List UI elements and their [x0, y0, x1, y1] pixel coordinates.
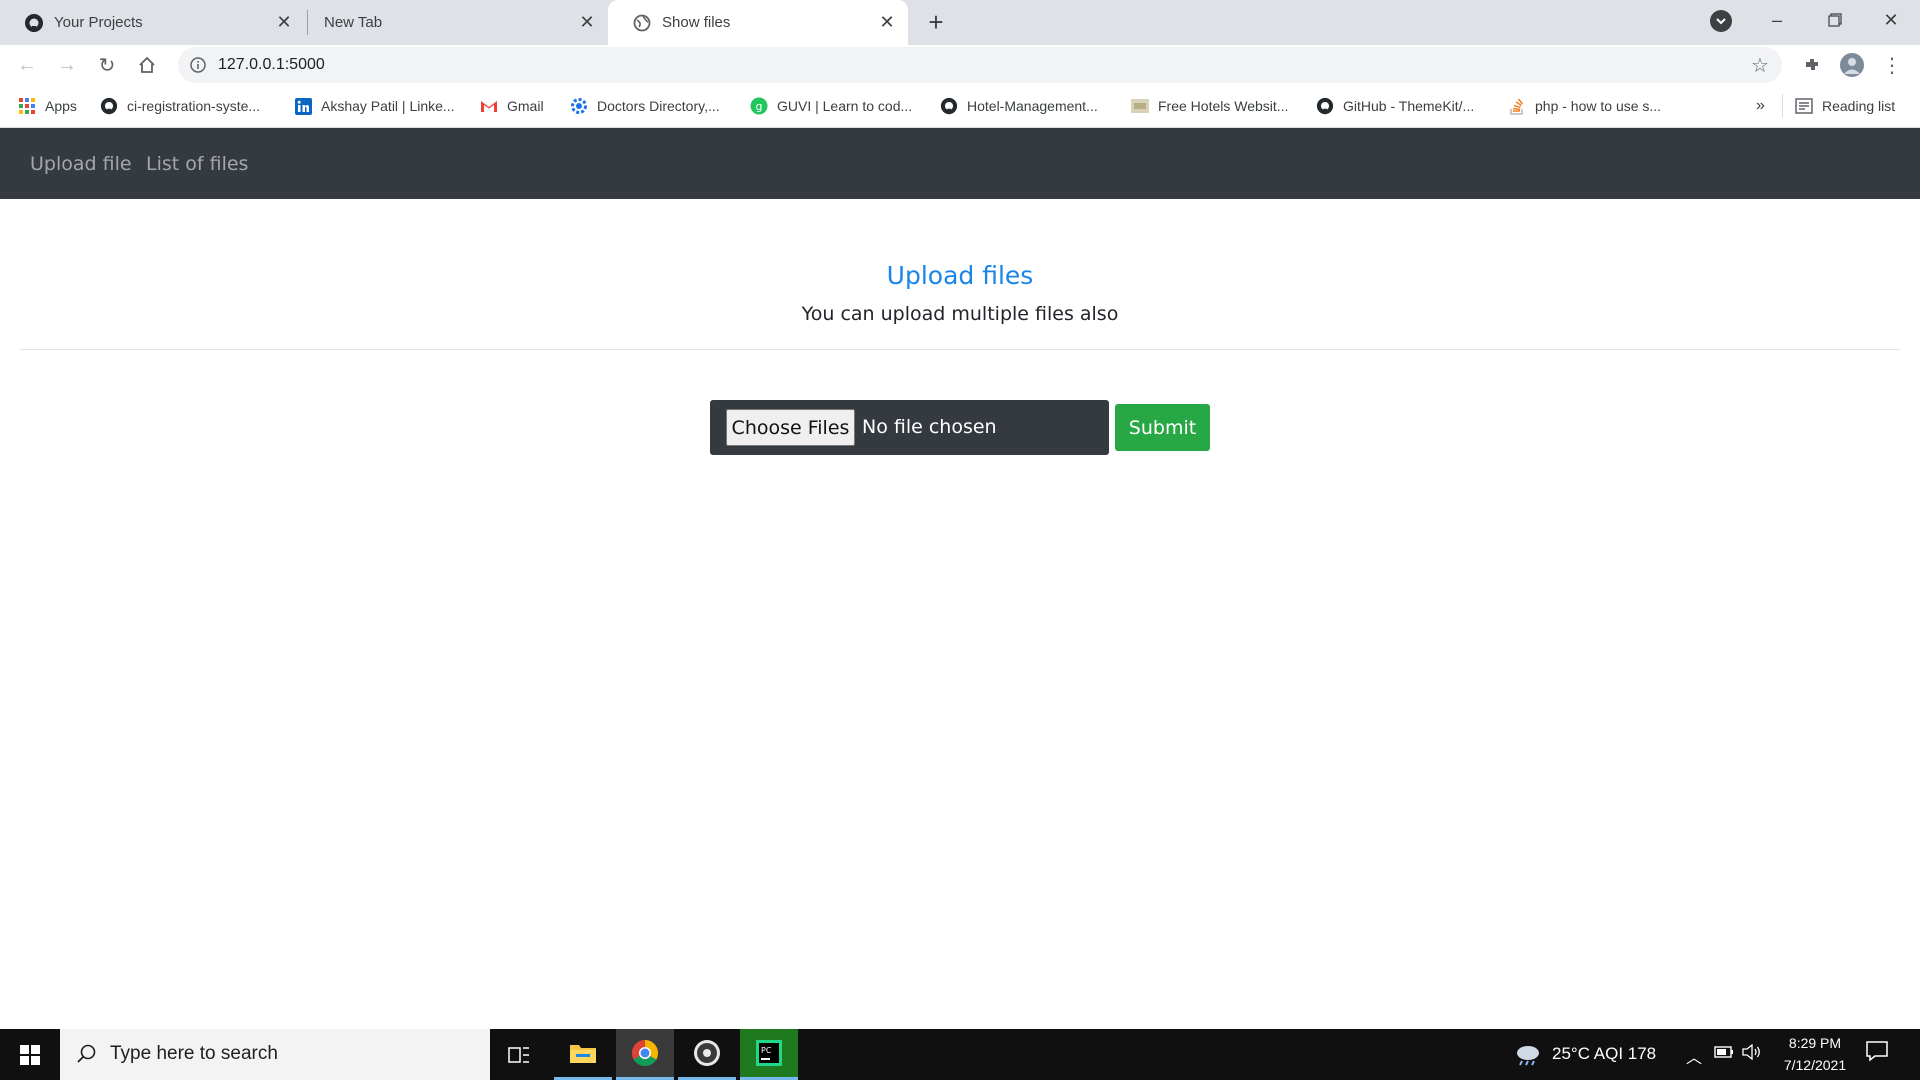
bookmark-label: Akshay Patil | Linke... [321, 98, 455, 114]
tab-search-icon[interactable] [1710, 10, 1732, 32]
info-icon[interactable] [188, 55, 208, 75]
bookmark-doctors-directory[interactable]: Doctors Directory,... [570, 95, 720, 117]
chevron-up-icon[interactable]: ︿ [1686, 1044, 1702, 1068]
browser-toolbar: ← → ↻ 127.0.0.1:5000 ☆ ⋮ [0, 45, 1920, 85]
weather-text[interactable]: 25°C AQI 178 [1552, 1044, 1656, 1064]
close-icon[interactable]: ✕ [876, 12, 898, 34]
back-icon[interactable]: ← [11, 49, 43, 81]
reload-icon[interactable]: ↻ [91, 49, 123, 81]
bookmark-label: php - how to use s... [1535, 98, 1662, 114]
github-icon [100, 97, 118, 115]
gear-icon [570, 97, 588, 115]
github-icon [940, 97, 958, 115]
restore-icon[interactable] [1806, 0, 1864, 40]
page-content: Upload files You can upload multiple fil… [0, 199, 1920, 1029]
taskbar: Type here to search PC 25°C AQI 178 ︿ 8:… [0, 1029, 1920, 1080]
bookmarks-bar: Apps ci-registration-syste... Akshay Pat… [0, 85, 1920, 128]
svg-text:g: g [756, 100, 763, 113]
chrome-icon[interactable] [616, 1029, 674, 1080]
close-icon[interactable]: ✕ [273, 12, 295, 34]
image-icon [1131, 97, 1149, 115]
submit-button[interactable]: Submit [1115, 404, 1210, 451]
choose-files-button[interactable]: Choose Files [726, 409, 855, 446]
tab-new-tab[interactable]: New Tab ✕ [308, 0, 608, 45]
tab-your-projects[interactable]: Your Projects ✕ [0, 0, 305, 45]
menu-kebab-icon[interactable]: ⋮ [1876, 49, 1908, 81]
reading-list-button[interactable]: Reading list [1795, 95, 1895, 117]
tab-strip: Your Projects ✕ New Tab ✕ Show files ✕ +… [0, 0, 1920, 45]
taskbar-search-placeholder: Type here to search [110, 1043, 278, 1064]
close-icon[interactable]: ✕ [576, 12, 598, 34]
divider [20, 349, 1900, 350]
globe-icon [632, 13, 652, 33]
windows-start-icon[interactable] [0, 1029, 60, 1080]
stackoverflow-icon [1508, 97, 1526, 115]
search-icon [76, 1043, 98, 1065]
page-subtitle: You can upload multiple files also [801, 303, 1119, 325]
taskbar-search-box[interactable]: Type here to search [60, 1029, 490, 1080]
profile-avatar[interactable] [1836, 49, 1868, 81]
github-icon [1316, 97, 1334, 115]
bookmark-label: Doctors Directory,... [597, 98, 720, 114]
bookmark-guvi[interactable]: g GUVI | Learn to cod... [750, 95, 912, 117]
guvi-icon: g [750, 97, 768, 115]
task-view-icon[interactable] [490, 1029, 548, 1080]
file-explorer-icon[interactable] [554, 1029, 612, 1080]
tab-title: New Tab [324, 14, 383, 31]
tab-title: Show files [662, 14, 731, 31]
nav-upload-file[interactable]: Upload file [30, 153, 132, 175]
file-status-text: No file chosen [862, 416, 997, 438]
address-bar[interactable]: 127.0.0.1:5000 ☆ [178, 47, 1782, 83]
extensions-icon[interactable] [1796, 49, 1828, 81]
clock-time: 8:29 PM [1788, 1035, 1842, 1051]
bookmark-hotel-management[interactable]: Hotel-Management... [940, 95, 1098, 117]
bookmark-ci-registration[interactable]: ci-registration-syste... [100, 95, 260, 117]
apps-grid-icon [18, 97, 36, 115]
reading-list-icon [1795, 97, 1813, 115]
minimize-icon[interactable]: – [1748, 0, 1806, 40]
bookmark-label: ci-registration-syste... [127, 98, 261, 114]
bookmarks-separator [1782, 94, 1783, 118]
bookmark-php-stackoverflow[interactable]: php - how to use s... [1508, 95, 1661, 117]
bookmarks-overflow-button[interactable]: » [1756, 95, 1765, 117]
pycharm-icon[interactable]: PC [740, 1029, 798, 1080]
tab-show-files[interactable]: Show files ✕ [608, 0, 908, 45]
svg-text:PC: PC [761, 1046, 772, 1055]
bookmark-apps[interactable]: Apps [18, 95, 77, 117]
url-text: 127.0.0.1:5000 [218, 56, 325, 73]
volume-icon[interactable] [1742, 1043, 1762, 1065]
bookmark-label: GUVI | Learn to cod... [777, 98, 913, 114]
obs-icon[interactable] [678, 1029, 736, 1080]
bookmark-label: Free Hotels Websit... [1158, 98, 1289, 114]
bookmark-label: Apps [45, 98, 77, 114]
bookmark-linkedin[interactable]: Akshay Patil | Linke... [294, 95, 455, 117]
tab-title: Your Projects [54, 14, 143, 31]
battery-icon[interactable] [1714, 1044, 1734, 1064]
weather-icon[interactable] [1510, 1029, 1546, 1080]
bookmark-label: GitHub - ThemeKit/... [1343, 98, 1475, 114]
gmail-icon [480, 97, 498, 115]
bookmark-gmail[interactable]: Gmail [480, 95, 544, 117]
linkedin-icon [294, 97, 312, 115]
new-tab-button[interactable]: + [920, 6, 952, 38]
github-icon [24, 13, 44, 33]
page-title: Upload files [886, 261, 1034, 290]
nav-list-of-files[interactable]: List of files [146, 153, 248, 175]
home-icon[interactable] [131, 49, 163, 81]
file-input[interactable]: Choose Files No file chosen [710, 400, 1109, 455]
forward-icon[interactable]: → [51, 49, 83, 81]
app-navbar: Upload file List of files [0, 128, 1920, 199]
bookmark-label: Hotel-Management... [967, 98, 1098, 114]
bookmark-label: Gmail [507, 98, 544, 114]
bookmark-free-hotels[interactable]: Free Hotels Websit... [1131, 95, 1288, 117]
system-clock[interactable]: 8:29 PM 7/12/2021 [1770, 1032, 1860, 1076]
notification-icon[interactable] [1865, 1040, 1893, 1068]
bookmark-star-icon[interactable]: ☆ [1748, 53, 1772, 77]
bookmark-github-themekit[interactable]: GitHub - ThemeKit/... [1316, 95, 1474, 117]
reading-list-label: Reading list [1822, 98, 1896, 114]
clock-date: 7/12/2021 [1783, 1057, 1847, 1073]
close-window-icon[interactable]: ✕ [1862, 0, 1920, 40]
